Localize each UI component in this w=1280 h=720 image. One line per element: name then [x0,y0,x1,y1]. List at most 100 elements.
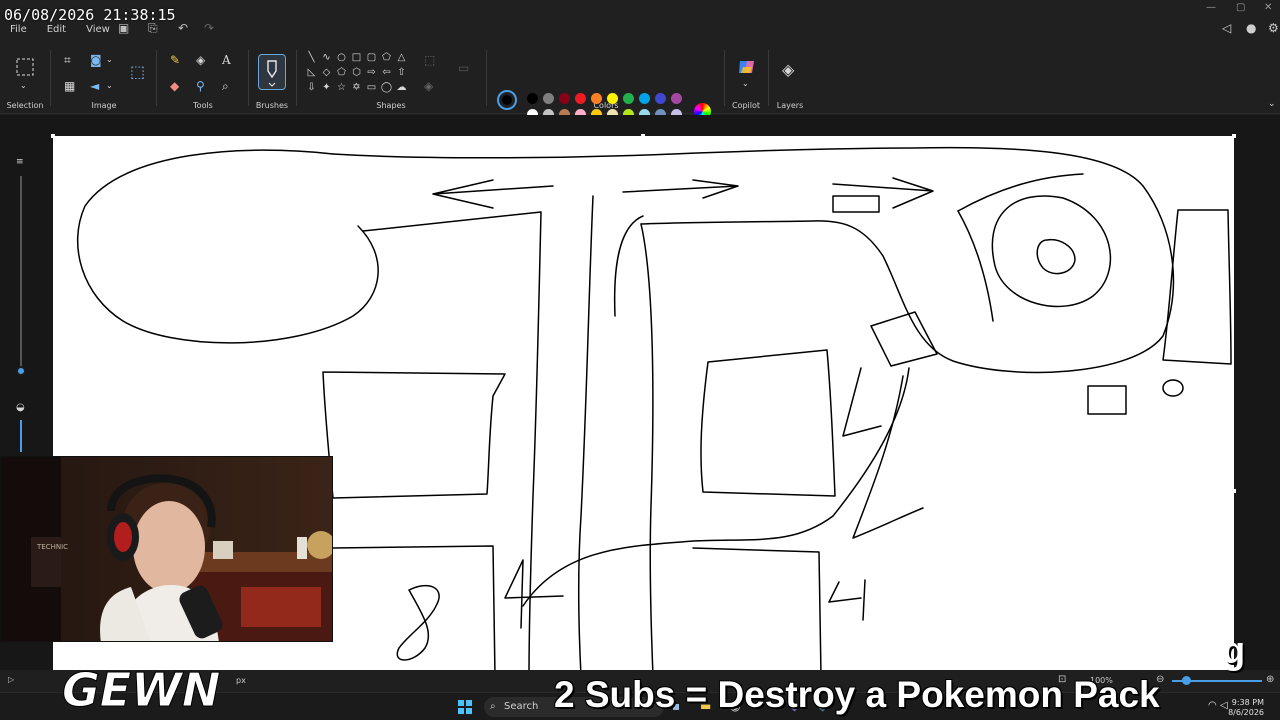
sketch-digit-four [504,559,564,629]
menu-edit[interactable]: Edit [47,24,66,35]
fill-icon[interactable]: ◈ [424,80,433,92]
webcam-overlay: TECHNIC [0,456,333,642]
arrow-right-shape-icon[interactable]: ⇨ [364,65,379,80]
canvas-resize-handle[interactable] [641,134,645,138]
line-shape-icon[interactable]: ╲ [304,50,319,65]
color-picker-icon[interactable]: ⚲ [196,80,205,92]
rotate-icon[interactable]: ◄ [90,80,99,92]
save-icon[interactable]: ▣ [118,21,129,35]
color-swatch[interactable] [527,93,538,104]
sketch-tilted-square [870,311,938,367]
star-shape-icon[interactable]: ☆ [334,80,349,95]
arrow-up-shape-icon[interactable]: ⇧ [394,65,409,80]
menu-view[interactable]: View [86,24,110,35]
settings-gear-icon[interactable]: ⚙ [1268,21,1279,35]
triangle-shape-icon[interactable]: △ [394,50,409,65]
six-point-star-shape-icon[interactable]: ✡ [349,80,364,95]
pencil-icon[interactable]: ✎ [170,54,180,66]
rectangle-shape-icon[interactable]: □ [349,50,364,65]
arrow-left-shape-icon[interactable]: ⇦ [379,65,394,80]
maximize-icon[interactable]: ▢ [1236,2,1245,13]
oval-shape-icon[interactable]: ○ [334,50,349,65]
close-icon[interactable]: ✕ [1264,2,1272,13]
image-group: ⌗ ◙ ⌄ ▦ ◄ ⌄ ⬚ Image [52,40,156,114]
callout-rect-shape-icon[interactable]: ▭ [364,80,379,95]
rounded-rectangle-shape-icon[interactable]: ▢ [364,50,379,65]
color-swatch[interactable] [639,93,650,104]
zoom-slider-thumb[interactable] [1182,676,1191,685]
fill-bucket-icon[interactable]: ◈ [196,54,205,66]
magnifier-icon[interactable]: ⌕ [222,80,229,92]
primary-color-swatch[interactable] [497,90,517,110]
subscriber-goal-banner: 2 Subs = Destroy a Pokemon Pack [554,674,1160,715]
sketch-square [332,545,496,676]
clock-date: 8/6/2026 [1228,708,1264,717]
color-swatch[interactable] [607,93,618,104]
text-icon[interactable]: A [222,54,231,66]
selection-group-label: Selection [6,101,44,110]
canvas-resize-handle[interactable] [51,134,55,138]
polygon-shape-icon[interactable]: ⬠ [379,50,394,65]
system-clock[interactable]: 9:38 PM 8/6/2026 [1228,698,1264,718]
shape-style-icon[interactable]: ▭ [458,62,469,74]
feedback-icon[interactable]: ◁ [1222,21,1231,35]
arrow-down-shape-icon[interactable]: ⇩ [304,80,319,95]
sketch-road [577,195,594,676]
volume-icon[interactable]: ◁ [1220,700,1228,711]
layers-group-label: Layers [776,101,804,110]
collapse-ribbon-icon[interactable]: ⌄ [1268,98,1276,110]
share-icon[interactable]: ⎘ [148,21,158,36]
background-removal-icon[interactable]: ▦ [64,80,75,92]
account-icon[interactable]: ● [1246,21,1256,35]
size-slider-thumb[interactable] [16,366,26,376]
resize-icon[interactable]: ◙ [90,54,102,66]
chevron-down-icon[interactable]: ⌄ [742,78,749,90]
cloud-shape-icon[interactable]: ☁ [394,80,409,95]
canvas-resize-handle[interactable] [1232,489,1236,493]
image-select-icon[interactable]: ⬚ [130,64,145,80]
color-swatch[interactable] [543,93,554,104]
wifi-icon[interactable]: ◠ [1208,700,1217,711]
curve-shape-icon[interactable]: ∿ [319,50,334,65]
crop-icon[interactable]: ⌗ [64,54,71,66]
sketch-digit-four [828,579,866,621]
divider [486,50,487,106]
windows-start-icon[interactable] [458,700,472,714]
chevron-down-icon[interactable]: ⌄ [106,80,113,92]
zoom-in-icon[interactable]: ⊕ [1266,674,1274,685]
color-swatch[interactable] [623,93,634,104]
copilot-icon[interactable] [737,58,757,76]
undo-icon[interactable]: ↶ [178,21,188,35]
four-point-star-shape-icon[interactable]: ✦ [319,80,334,95]
canvas-resize-handle[interactable] [1232,134,1236,138]
brush-selector[interactable] [258,54,286,90]
sketch-small-rect [832,195,880,213]
selection-rectangle-icon[interactable] [16,58,34,76]
color-swatch[interactable] [575,93,586,104]
size-slider-track[interactable] [20,176,22,372]
eraser-icon[interactable]: ◆ [170,80,179,92]
callout-oval-shape-icon[interactable]: ◯ [379,80,394,95]
right-triangle-shape-icon[interactable]: ◺ [304,65,319,80]
diamond-shape-icon[interactable]: ◇ [319,65,334,80]
menu-file[interactable]: File [10,24,27,35]
redo-icon[interactable]: ↷ [204,21,214,35]
color-swatch[interactable] [655,93,666,104]
sketch-circle [991,195,1112,308]
minimize-icon[interactable]: — [1206,2,1216,13]
chevron-down-icon[interactable]: ⌄ [106,54,113,66]
chevron-down-icon[interactable]: ⌄ [20,80,27,92]
outline-icon[interactable]: ⬚ [424,54,435,66]
streamer-logo: GEWN [62,663,221,718]
sketch-oval [76,149,379,344]
divider [50,50,51,106]
opacity-slider-track[interactable] [20,420,22,452]
hexagon-shape-icon[interactable]: ⬡ [349,65,364,80]
color-swatch[interactable] [591,93,602,104]
pentagon-shape-icon[interactable]: ⬠ [334,65,349,80]
color-swatch[interactable] [559,93,570,104]
color-swatch[interactable] [671,93,682,104]
copilot-group-label: Copilot [731,101,761,110]
sketch-square [322,371,506,499]
layers-icon[interactable]: ◈ [782,62,794,78]
